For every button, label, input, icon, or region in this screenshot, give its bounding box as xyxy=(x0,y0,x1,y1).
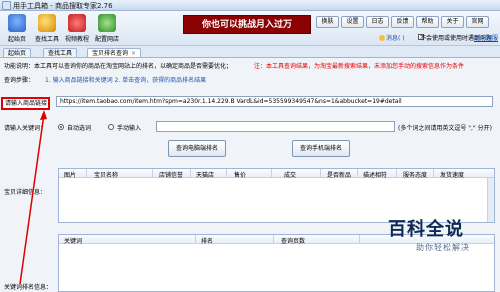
column-divider xyxy=(86,169,87,178)
settings-button[interactable]: 设置 xyxy=(341,16,364,28)
find-icon xyxy=(38,14,56,32)
tab-strip: 起始页 查找工具 宝贝排名查询 × xyxy=(0,47,500,57)
auto-keyword-label: 自动选词 xyxy=(67,125,92,132)
column-divider xyxy=(271,169,272,178)
detail-grid-scrollbar[interactable] xyxy=(487,178,494,222)
url-label: 请输入商品链接 xyxy=(1,97,50,110)
watermark: 百科全说 助你轻松解决 xyxy=(388,220,498,270)
tab-label: 宝贝排名查询 xyxy=(92,50,129,57)
column-header: 图片 xyxy=(64,172,77,179)
steps-label: 查询步骤： xyxy=(4,77,35,84)
feedback-button[interactable]: 反馈 xyxy=(391,16,414,28)
skin-button[interactable]: 换肤 xyxy=(316,16,339,28)
query-pc-rank-button[interactable]: 查询电脑端排名 xyxy=(168,140,226,157)
help-button[interactable]: 帮助 xyxy=(416,16,439,28)
tool-label: 视频教程 xyxy=(64,36,89,43)
column-divider xyxy=(195,235,196,244)
column-divider xyxy=(190,169,191,178)
column-divider xyxy=(357,169,358,178)
detail-grid-header: 图片 宝贝名称 店铺信誉 天猫店 售价 成交 是否新品 描述相符 服务态度 发货… xyxy=(59,169,494,179)
column-header: 关键词 xyxy=(64,238,83,245)
detail-grid[interactable]: 图片 宝贝名称 店铺信誉 天猫店 售价 成交 是否新品 描述相符 服务态度 发货… xyxy=(58,168,495,223)
tool-label: 起始页 xyxy=(7,36,26,43)
description-label: 功能说明： xyxy=(4,63,35,70)
watermark-title: 百科全说 xyxy=(388,219,464,240)
contact-link[interactable]: 联系客服 xyxy=(474,33,498,42)
app-icon xyxy=(2,1,11,10)
tool-start-page[interactable]: 起始页 xyxy=(3,14,31,43)
promo-banner[interactable]: 你也可以挑战月入过万 xyxy=(183,15,311,34)
column-header: 查询页数 xyxy=(281,238,306,245)
column-header: 是否新品 xyxy=(327,172,352,179)
tab-rank-query[interactable]: 宝贝排名查询 × xyxy=(87,48,142,57)
about-button[interactable]: 关于 xyxy=(441,16,464,28)
tab-start-page[interactable]: 起始页 xyxy=(3,48,32,57)
shop-icon xyxy=(98,14,116,32)
message-link[interactable]: 消息( ) xyxy=(379,33,405,42)
tool-find[interactable]: 查找工具 xyxy=(33,14,61,43)
column-header: 服务态度 xyxy=(403,172,428,179)
detail-label: 宝贝详细信息： xyxy=(4,189,47,196)
tab-label: 查找工具 xyxy=(48,50,73,57)
tab-find-tool[interactable]: 查找工具 xyxy=(43,48,78,57)
column-divider xyxy=(152,169,153,178)
bell-icon xyxy=(379,35,385,41)
manual-keyword-radio[interactable] xyxy=(108,124,114,130)
home-icon xyxy=(8,14,26,32)
message-label: 消息( ) xyxy=(386,35,405,42)
manual-keyword-label: 手动输入 xyxy=(117,125,142,132)
keyword-rank-label: 关键词排名信息： xyxy=(4,284,53,291)
query-mobile-rank-button[interactable]: 查询手机端排名 xyxy=(292,140,350,157)
column-header: 店铺信誉 xyxy=(159,172,184,179)
description: 功能说明：本工具可以查询你的商品在淘宝网站上的排名，以确定商品是否需要优化； xyxy=(4,61,232,70)
column-header: 描述相符 xyxy=(363,172,388,179)
column-header: 排名 xyxy=(201,238,214,245)
column-divider xyxy=(273,235,274,244)
column-divider xyxy=(396,169,397,178)
watermark-subtitle: 助你轻松解决 xyxy=(416,243,470,252)
column-divider xyxy=(320,169,321,178)
column-divider xyxy=(359,235,360,244)
log-button[interactable]: 日志 xyxy=(366,16,389,28)
keyword-hint: (多个词之间请用英文逗号 "," 分开) xyxy=(398,125,492,132)
title-bar: 用手工具箱 - 商品搜取专家2.76 xyxy=(0,0,500,11)
window-title: 用手工具箱 - 商品搜取专家2.76 xyxy=(13,2,113,10)
column-divider xyxy=(433,169,434,178)
product-url-input[interactable]: https://item.taobao.com/item.htm?spm=a23… xyxy=(56,96,493,107)
tool-video[interactable]: 视频教程 xyxy=(63,14,91,43)
keyword-label: 请输入关键词： xyxy=(4,125,47,132)
tool-shop[interactable]: 配置网店 xyxy=(93,14,121,43)
column-header: 天猫店 xyxy=(196,172,215,179)
column-header: 发货速度 xyxy=(440,172,465,179)
column-header: 宝贝名称 xyxy=(94,172,119,179)
steps-text: 1. 输入商品链接和关键词 2. 单击查询，获得的商品排名结果 xyxy=(45,77,207,84)
description-note: 注：本工具查询结果，为淘宝最新搜索结果，未添加您手动的搜索信息作为条件 xyxy=(254,63,465,70)
auto-keyword-radio[interactable] xyxy=(58,124,64,130)
tool-label: 配置网店 xyxy=(94,36,119,43)
tab-label: 起始页 xyxy=(8,50,27,57)
column-header: 售价 xyxy=(234,172,247,179)
video-icon xyxy=(68,14,86,32)
tool-label: 查找工具 xyxy=(34,36,59,43)
column-header: 成交 xyxy=(284,172,297,179)
website-button[interactable]: 官网 xyxy=(466,16,489,28)
keyword-input[interactable] xyxy=(156,121,395,132)
column-divider xyxy=(226,169,227,178)
description-text: 本工具可以查询你的商品在淘宝网站上的排名，以确定商品是否需要优化； xyxy=(34,63,233,70)
